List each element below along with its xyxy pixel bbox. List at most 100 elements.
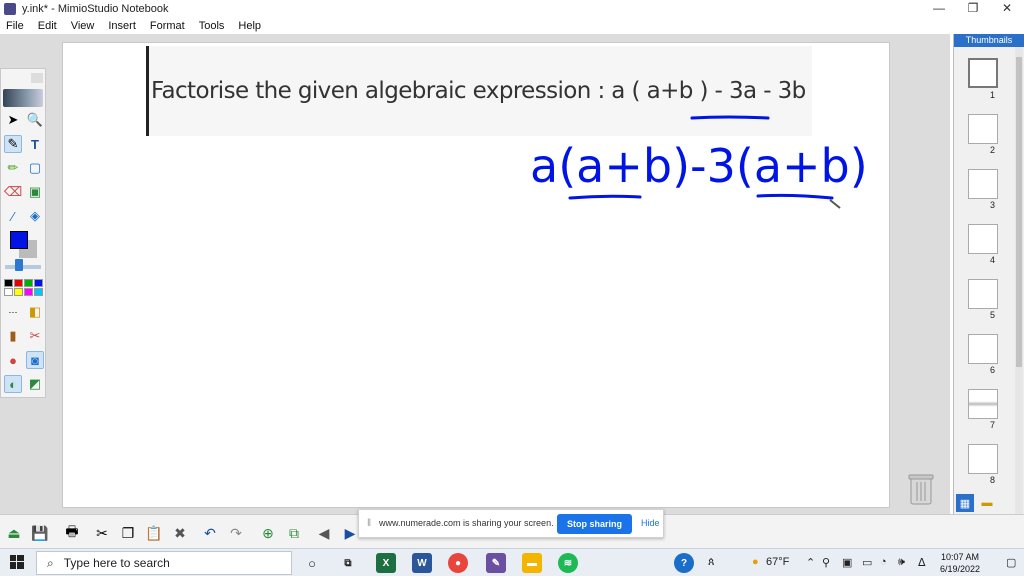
weather-temp[interactable]: 67°F — [766, 556, 789, 568]
thumbnail-number: 5 — [990, 310, 996, 320]
capture-tool[interactable]: ◙ — [26, 351, 44, 369]
drag-grip-icon[interactable]: ‖ — [367, 518, 371, 529]
record-tool[interactable]: ▮ — [4, 327, 22, 345]
next-page-button[interactable]: ▶ — [340, 523, 360, 543]
cut-button[interactable]: ✂ — [92, 523, 112, 543]
spotify-icon[interactable]: ≋ — [558, 553, 578, 573]
redo-button[interactable]: ↷ — [226, 523, 246, 543]
reveal-tool[interactable]: ● — [4, 351, 22, 369]
system-clock[interactable]: 10:07 AM 6/19/2022 — [940, 551, 980, 575]
menu-edit[interactable]: Edit — [38, 20, 57, 32]
stop-sharing-button[interactable]: Stop sharing — [557, 514, 632, 534]
select-tool[interactable]: ➤ — [4, 111, 22, 129]
save-icon: 💾 — [31, 524, 49, 541]
thumbnails-view-button[interactable]: ▦ — [956, 494, 974, 512]
cortana-icon[interactable]: ○ — [302, 553, 322, 573]
weather-icon[interactable]: ● — [752, 556, 759, 568]
delete-button[interactable]: ✖ — [170, 523, 190, 543]
palette-swatch[interactable] — [34, 279, 43, 287]
menu-help[interactable]: Help — [238, 20, 261, 32]
print-button[interactable]: 🖶 — [62, 523, 82, 543]
palette-swatch[interactable] — [24, 279, 33, 287]
duplicate-page-button[interactable]: ⧉ — [284, 523, 304, 543]
language-icon[interactable]: ᐃ — [918, 556, 926, 569]
primary-color[interactable] — [10, 231, 28, 249]
thumbnail-number: 8 — [990, 475, 996, 485]
line-style-tool[interactable]: ⋯ — [4, 303, 22, 321]
text-tool[interactable]: T — [26, 135, 44, 153]
volume-icon[interactable]: 🕪 — [898, 556, 905, 569]
people-icon[interactable]: ጰ — [708, 556, 715, 569]
spotlight-tool[interactable]: ◩ — [26, 375, 44, 393]
zoom-tool[interactable]: 🔍 — [26, 111, 44, 129]
menu-view[interactable]: View — [71, 20, 95, 32]
thumbnail-page[interactable] — [968, 389, 998, 419]
image-tool[interactable]: ▣ — [26, 183, 44, 201]
thumbnail-page[interactable] — [968, 224, 998, 254]
taskbar-search[interactable]: ⌕ Type here to search — [36, 551, 292, 575]
eraser-icon: ⌫ — [3, 184, 23, 199]
thumbnails-scrollbar[interactable] — [1015, 47, 1023, 514]
vote-tool[interactable]: ◐ — [4, 375, 22, 393]
previous-page-button[interactable]: ◀ — [314, 523, 334, 543]
notifications-icon[interactable]: ▢ — [1006, 556, 1016, 569]
dropper-tool[interactable]: ⁄ — [4, 207, 22, 225]
menu-insert[interactable]: Insert — [108, 20, 136, 32]
file-explorer-icon[interactable]: ▬ — [522, 553, 542, 573]
thumbnail-page[interactable] — [968, 279, 998, 309]
menu-file[interactable]: File — [6, 20, 24, 32]
task-view-icon[interactable]: ⧉ — [338, 553, 358, 573]
paste-button[interactable]: 📋 — [144, 523, 164, 543]
wifi-icon[interactable]: ◔ — [880, 556, 887, 568]
thumbnail-page[interactable] — [968, 114, 998, 144]
thumbnail-page[interactable] — [968, 58, 998, 88]
save-button[interactable]: 💾 — [30, 523, 50, 543]
toolbox-handle[interactable] — [31, 73, 43, 83]
restore-button[interactable]: ❐ — [956, 0, 990, 17]
open-button[interactable]: ⏏ — [4, 523, 24, 543]
tray-chevron-icon[interactable]: ⌃ — [806, 556, 815, 569]
pen-width-knob[interactable] — [15, 259, 23, 271]
menu-tools[interactable]: Tools — [199, 20, 225, 32]
palette-swatch[interactable] — [4, 288, 13, 296]
palette-swatch[interactable] — [34, 288, 43, 296]
eraser-tool[interactable]: ⌫ — [4, 183, 22, 201]
network-icon[interactable]: ▣ — [842, 556, 852, 569]
gallery-view-button[interactable]: ▬ — [978, 494, 996, 512]
pen-tool[interactable]: ✎ — [4, 135, 22, 153]
minimize-button[interactable]: — — [922, 0, 956, 17]
shape-tool[interactable]: ▢ — [26, 159, 44, 177]
close-button[interactable]: ✕ — [990, 0, 1024, 17]
gallery-tool[interactable]: ◧ — [26, 303, 44, 321]
scrollbar-thumb[interactable] — [1016, 57, 1022, 367]
menu-format[interactable]: Format — [150, 20, 185, 32]
mimio-icon[interactable]: ✎ — [486, 553, 506, 573]
undo-button[interactable]: ↶ — [200, 523, 220, 543]
chrome-icon[interactable]: ● — [448, 553, 468, 573]
tools-icon: ✂ — [29, 328, 41, 343]
fill-tool[interactable]: ◈ — [26, 207, 44, 225]
grid-icon: ▦ — [959, 497, 971, 510]
mouse-icon: ● — [9, 352, 17, 368]
trash-icon[interactable] — [908, 472, 934, 506]
hide-link[interactable]: Hide — [641, 518, 660, 528]
copy-button[interactable]: ❐ — [118, 523, 138, 543]
battery-icon[interactable]: ▭ — [862, 556, 872, 569]
excel-icon[interactable]: X — [376, 553, 396, 573]
help-icon[interactable]: ? — [674, 553, 694, 573]
thumbnail-page[interactable] — [968, 334, 998, 364]
new-page-button[interactable]: ⊕ — [258, 523, 278, 543]
windows-start-icon[interactable] — [10, 555, 24, 569]
highlighter-tool[interactable]: ✏ — [4, 159, 22, 177]
palette-swatch[interactable] — [4, 279, 13, 287]
thumbnail-page[interactable] — [968, 444, 998, 474]
palette-swatch[interactable] — [24, 288, 33, 296]
pen-width-slider[interactable] — [5, 265, 41, 269]
word-icon[interactable]: W — [412, 553, 432, 573]
window-title: y.ink* - MimioStudio Notebook — [22, 2, 169, 15]
thumbnail-page[interactable] — [968, 169, 998, 199]
palette-swatch[interactable] — [14, 288, 23, 296]
palette-swatch[interactable] — [14, 279, 23, 287]
mic-icon[interactable]: ⚲ — [822, 556, 830, 569]
screen-annotate-tool[interactable]: ✂ — [26, 327, 44, 345]
